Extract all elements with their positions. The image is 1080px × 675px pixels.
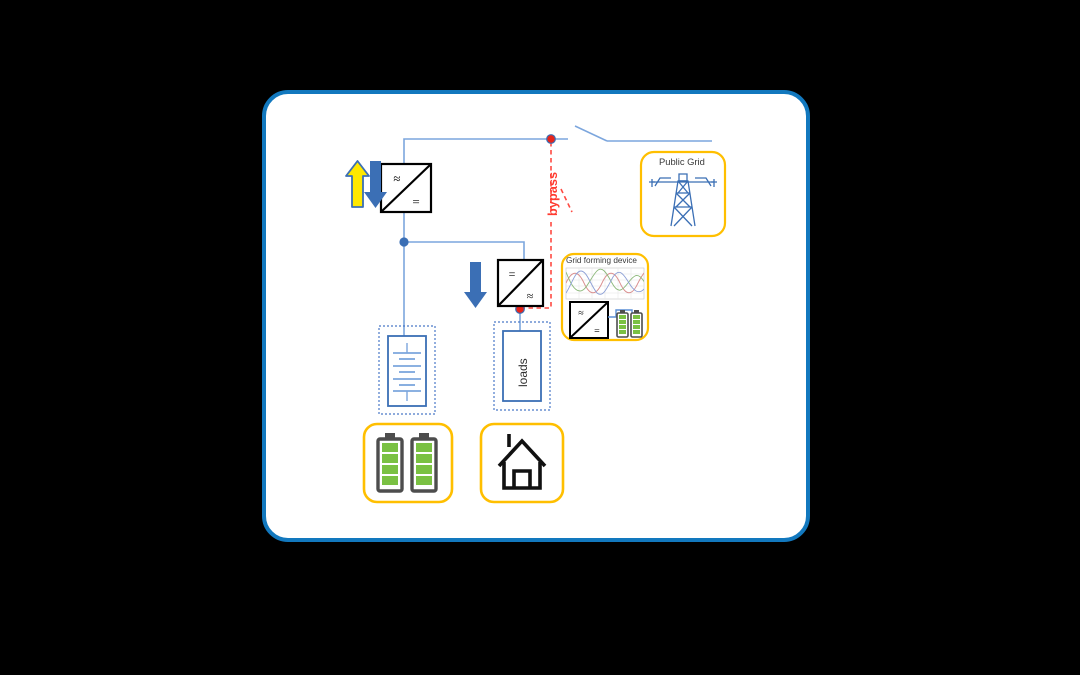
grid-forming-device-label: Grid forming device: [566, 256, 637, 265]
bypass-switch-blade: [560, 188, 573, 213]
converter-ac-dc[interactable]: ≈ =: [379, 162, 433, 214]
bypass-label: bypass: [546, 171, 560, 216]
converter1-ac-symbol: ≈: [393, 171, 400, 186]
svg-text:≈: ≈: [578, 308, 584, 319]
house-card[interactable]: [479, 422, 565, 504]
wire-converter1-to-ac-bus: [403, 138, 551, 164]
converter2-ac-symbol: ≈: [527, 289, 534, 303]
three-phase-waveform: [565, 267, 645, 300]
junction-bypass-top: [546, 134, 556, 144]
arrow-down-blue-2: [464, 262, 487, 308]
diagram-stage: ≈ = = ≈ ≈ = bypass Public Grid Grid form…: [0, 0, 1080, 675]
arrow-up-yellow: [345, 160, 370, 208]
grid-forming-converter: ≈ =: [569, 301, 609, 339]
grid-switch-blade: [574, 125, 608, 142]
converter1-dc-symbol: =: [412, 194, 419, 209]
battery-source[interactable]: [378, 325, 436, 415]
public-grid-label: Public Grid: [659, 156, 705, 167]
diagram-svg: ≈ = = ≈ ≈ =: [345, 125, 727, 504]
svg-text:=: =: [594, 326, 600, 337]
converter2-dc-symbol: =: [509, 267, 516, 281]
junction-dc-bus: [399, 237, 409, 247]
converter-dc-ac[interactable]: = ≈: [496, 258, 545, 308]
grid-forming-device-card[interactable]: ≈ =: [560, 252, 650, 342]
wire-dc-branch: [404, 241, 525, 260]
loads-label: loads: [516, 358, 530, 387]
battery-bank-card[interactable]: [362, 422, 454, 504]
